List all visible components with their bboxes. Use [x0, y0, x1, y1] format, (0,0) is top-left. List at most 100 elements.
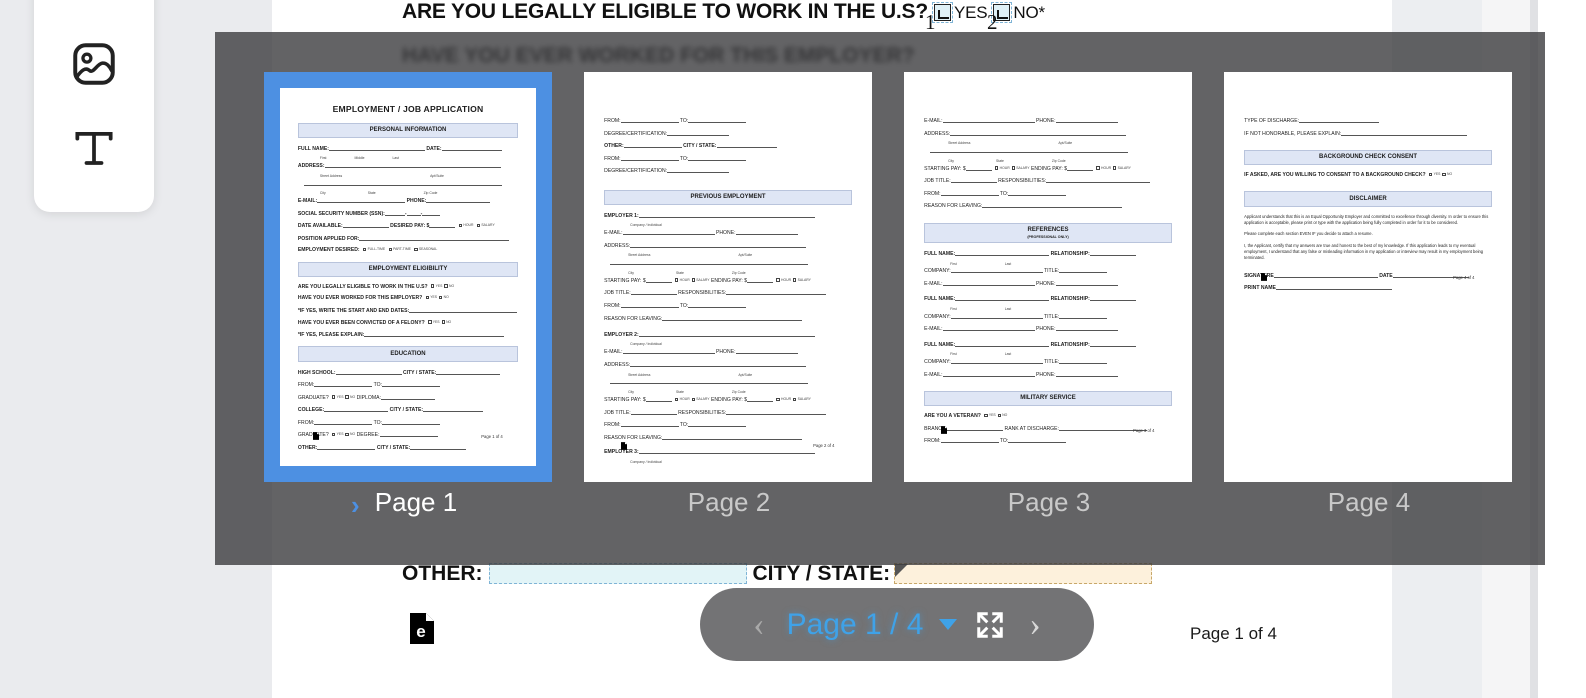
p3-address-b	[924, 147, 1172, 155]
p4-page-number: Page 4 of 4	[1453, 274, 1475, 280]
next-page-button[interactable]: ›	[1023, 607, 1046, 642]
p2-degree-2: DEGREE/CERTIFICATION:	[604, 167, 852, 175]
p2-sub-city-1: City State Zip Code	[628, 270, 746, 275]
eforms-logo-icon	[1261, 272, 1268, 281]
p2-section-previous-employment: PREVIOUS EMPLOYMENT	[604, 189, 852, 205]
page-label-4[interactable]: Page 4	[1224, 487, 1514, 518]
eforms-logo-icon: e	[410, 613, 434, 644]
previous-page-button[interactable]: ‹	[747, 607, 770, 642]
thumbnail-page-1[interactable]: EMPLOYMENT / JOB APPLICATION PERSONAL IN…	[264, 72, 554, 482]
thumbnail-paper-3: E-MAIL: PHONE: ADDRESS: Street Address Ap…	[904, 72, 1192, 482]
p1-row-fullname: FULL NAME: DATE:	[298, 145, 518, 153]
p3-section-references-sub: (PROFESSIONAL ONLY)	[1027, 234, 1069, 239]
image-icon	[73, 43, 115, 85]
p2-pay-2: STARTING PAY: $ HOUR SALARY ENDING PAY: $…	[604, 396, 811, 403]
p2-leaving-1: REASON FOR LEAVING:	[604, 315, 852, 323]
svg-text:e: e	[416, 622, 425, 641]
p4-footer: Page 4 of 4	[1261, 272, 1475, 281]
p3-leaving: REASON FOR LEAVING:	[924, 202, 1172, 210]
p1-row-desired: EMPLOYMENT DESIRED: FULL-TIME PART-TIME …	[297, 247, 438, 254]
thumbnail-paper-4: TYPE OF DISCHARGE: IF NOT HONORABLE, PLE…	[1224, 72, 1512, 482]
p1-edu-other: OTHER: CITY / STATE:	[298, 444, 518, 452]
p1-row-address2	[298, 180, 518, 188]
p1-elig-q4: HAVE YOU EVER BEEN CONVICTED OF A FELONY…	[297, 319, 452, 326]
p3-ref3-company: COMPANY: TITLE:	[924, 358, 1172, 366]
image-tool-button[interactable]	[34, 24, 154, 104]
p3-ref3-email: E-MAIL: PHONE:	[924, 371, 1172, 379]
thumbnail-frame-1: EMPLOYMENT / JOB APPLICATION PERSONAL IN…	[264, 72, 552, 482]
toolbar-page-indicator[interactable]: Page 1 / 4	[787, 608, 924, 642]
p1-lbl-fullname: FULL NAME:	[297, 145, 329, 152]
p2-email-1: E-MAIL: PHONE:	[604, 229, 852, 237]
p2-employer-1: EMPLOYER 1:	[604, 212, 852, 220]
p1-edu-hs-dates: FROM: TO:	[298, 381, 518, 389]
p2-footer: Page 2 of 4	[621, 441, 835, 450]
p3-sub-city: City State Zip Code	[948, 158, 1066, 163]
text-tool-button[interactable]	[34, 108, 154, 188]
pdf-editor-screen: ARE YOU LEGALLY ELIGIBLE TO WORK IN THE …	[0, 0, 1586, 698]
p4-section-disclaimer: DISCLAIMER	[1244, 191, 1492, 207]
p1-sub-citystate: City State Zip Code	[319, 191, 438, 196]
thumbnail-page-3[interactable]: E-MAIL: PHONE: ADDRESS: Street Address Ap…	[904, 72, 1194, 482]
p4-discharge: TYPE OF DISCHARGE:	[1244, 117, 1492, 125]
no-label: NO*	[1013, 3, 1045, 22]
p3-pay: STARTING PAY: $ HOUR SALARY ENDING PAY: $…	[924, 165, 1131, 172]
p3-mil-dates: FROM: TO:	[924, 437, 1172, 445]
p2-sub-company-1: Company / Individual	[630, 223, 662, 228]
thumbnail-page-4[interactable]: TYPE OF DISCHARGE: IF NOT HONORABLE, PLE…	[1224, 72, 1514, 482]
p3-ref1-sub: First Last	[950, 261, 1012, 266]
tool-panel	[34, 0, 154, 212]
p3-email: E-MAIL: PHONE:	[924, 117, 1172, 125]
yes-checkbox[interactable]	[931, 2, 953, 23]
p1-edu-college-dates: FROM: TO:	[298, 419, 518, 427]
thumbnail-frame-2: FROM: TO: DEGREE/CERTIFICATION: OTHER: C…	[584, 72, 872, 482]
p2-address-2b	[604, 378, 852, 386]
p2-email-2: E-MAIL: PHONE:	[604, 348, 852, 356]
p1-elig-q3: *IF YES, WRITE THE START AND END DATES:	[298, 307, 518, 315]
p1-row-position: POSITION APPLIED FOR:	[298, 235, 518, 243]
city-state-input[interactable]	[894, 563, 1153, 584]
p2-sub-addr-2: Street Address Apt/Suite	[628, 372, 753, 377]
p2-jobtitle-1: JOB TITLE: RESPONSIBILITIES:	[604, 289, 852, 297]
p4-para-1: Applicant understands that this is an Eq…	[1244, 213, 1489, 225]
p2-jobtitle-2: JOB TITLE: RESPONSIBILITIES:	[604, 409, 852, 417]
p1-page-number: Page 1 of 4	[481, 434, 503, 440]
p3-ref2-company: COMPANY: TITLE:	[924, 313, 1172, 321]
other-input[interactable]	[488, 563, 747, 584]
p2-sub-city-2: City State Zip Code	[628, 390, 746, 395]
viewer-page-indicator: Page 1 of 4	[1190, 624, 1277, 643]
p3-ref3-name: FULL NAME: RELATIONSHIP:	[924, 341, 1172, 349]
p3-ref1-company: COMPANY: TITLE:	[924, 267, 1172, 275]
eforms-logo-icon	[313, 432, 320, 441]
page-navigation-toolbar: ‹ Page 1 / 4 ›	[700, 588, 1094, 661]
chevron-down-icon[interactable]	[939, 619, 958, 630]
thumbnail-frame-3: E-MAIL: PHONE: ADDRESS: Street Address Ap…	[904, 72, 1192, 482]
p3-section-references: REFERENCES (PROFESSIONAL ONLY)	[924, 222, 1172, 243]
p3-jobtitle: JOB TITLE: RESPONSIBILITIES:	[924, 177, 1172, 185]
p1-row-email: E-MAIL: PHONE:	[298, 197, 518, 205]
page-label-2[interactable]: Page 2	[584, 487, 874, 518]
viewer-rail-white	[1538, 0, 1586, 698]
thumbnail-page-2[interactable]: FROM: TO: DEGREE/CERTIFICATION: OTHER: C…	[584, 72, 874, 482]
p2-dates-1: FROM: TO:	[604, 302, 852, 310]
p1-elig-q2: HAVE YOU EVER WORKED FOR THIS EMPLOYER? …	[297, 295, 449, 302]
p3-address: ADDRESS:	[924, 130, 1172, 138]
p2-sub-addr-1: Street Address Apt/Suite	[628, 253, 753, 258]
p3-ref1-email: E-MAIL: PHONE:	[924, 280, 1172, 288]
p3-page-number: Page 3 of 4	[1133, 427, 1155, 433]
p1-edu-college: COLLEGE: CITY / STATE:	[298, 406, 518, 414]
p1-elig-q5: *IF YES, PLEASE EXPLAIN:	[298, 331, 518, 339]
p3-dates: FROM: TO:	[924, 190, 1172, 198]
page-label-1[interactable]: Page 1	[271, 487, 561, 518]
p2-pay-1: STARTING PAY: $ HOUR SALARY ENDING PAY: $…	[604, 277, 811, 284]
fullscreen-expand-icon[interactable]	[973, 610, 1007, 640]
p1-edu-hs-grad: GRADUATE? YES NO DIPLOMA:	[298, 394, 518, 402]
p1-footer: Page 1 of 4	[313, 432, 503, 441]
page-label-3[interactable]: Page 3	[904, 487, 1194, 518]
p3-veteran: ARE YOU A VETERAN? YES NO	[924, 413, 1008, 420]
p3-sub-addr: Street Address Apt/Suite	[948, 141, 1073, 146]
p1-row-ssn: SOCIAL SECURITY NUMBER (SSN): - -	[298, 210, 518, 218]
eforms-logo-icon	[941, 426, 948, 434]
p2-page-number: Page 2 of 4	[813, 443, 835, 449]
p2-address-1: ADDRESS:	[604, 242, 852, 250]
